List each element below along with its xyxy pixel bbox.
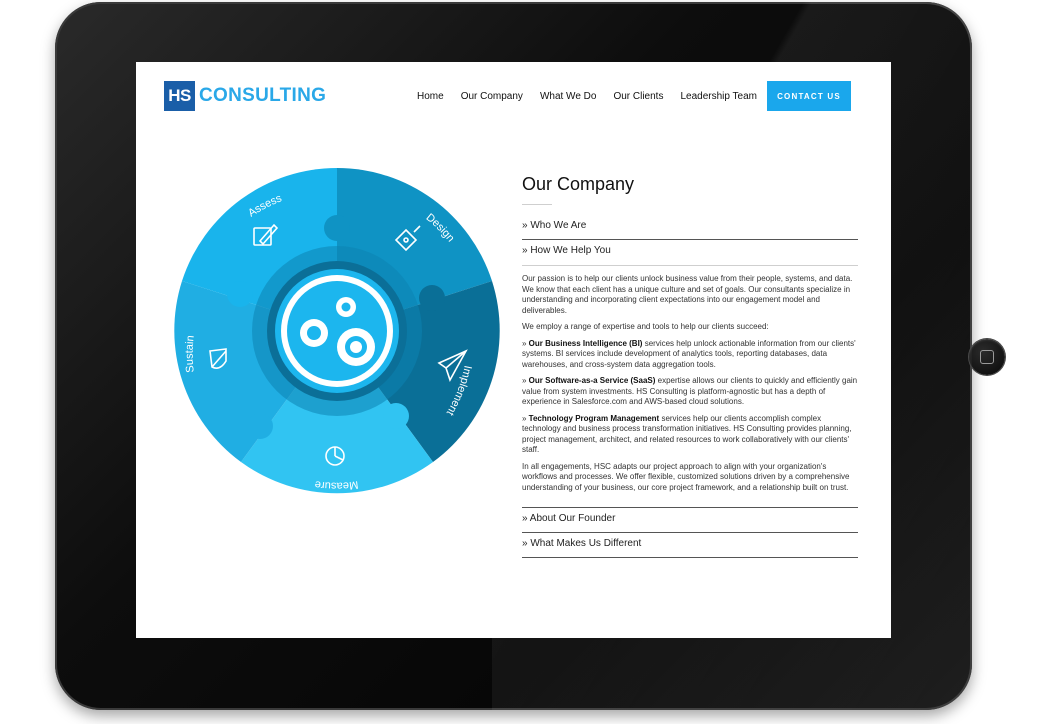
puzzle-knob (247, 413, 273, 439)
main-nav: Home Our Company What We Do Our Clients … (400, 81, 851, 111)
service-saas: » Our Software-as-a Service (SaaS) exper… (522, 376, 858, 406)
label-sustain: Sustain (184, 335, 197, 374)
nav-home[interactable]: Home (417, 91, 444, 102)
accordion-how-we-help-you[interactable]: » How We Help You (522, 240, 858, 264)
body-paragraph: We employ a range of expertise and tools… (522, 322, 769, 331)
body-paragraph: Our passion is to help our clients unloc… (522, 274, 853, 315)
screen: HS CONSULTING Home Our Company What We D… (136, 62, 891, 638)
accordion-panel: Our passion is to help our clients unloc… (522, 265, 858, 508)
puzzle-knob (227, 281, 253, 307)
logo-text: CONSULTING (199, 85, 327, 106)
nav-our-company[interactable]: Our Company (461, 91, 523, 102)
nav-our-clients[interactable]: Our Clients (613, 91, 663, 102)
service-tpm: » Technology Program Management services… (522, 413, 852, 455)
accordion-who-we-are[interactable]: » Who We Are (522, 215, 858, 240)
process-wheel: Assess Design Implement Measure Sustain (174, 168, 500, 494)
accordion-what-makes-us-different[interactable]: » What Makes Us Different (522, 533, 858, 558)
main-content: Our Company » Who We Are » How We Help Y… (522, 174, 858, 558)
nav-leadership-team[interactable]: Leadership Team (680, 91, 757, 102)
accordion-about-our-founder[interactable]: » About Our Founder (522, 508, 858, 533)
title-divider (522, 204, 552, 205)
gear-badge-icon (275, 269, 399, 393)
contact-us-button[interactable]: CONTACT US (767, 81, 851, 111)
puzzle-knob (383, 403, 409, 429)
body-paragraph: In all engagements, HSC adapts our proje… (522, 461, 850, 492)
page-title: Our Company (522, 174, 635, 194)
puzzle-knob (324, 215, 350, 241)
puzzle-knob (419, 285, 445, 311)
home-button[interactable] (969, 339, 1005, 375)
nav-what-we-do[interactable]: What We Do (540, 91, 597, 102)
logo-hs: HS (164, 81, 195, 111)
service-bi: » Our Business Intelligence (BI) service… (522, 338, 856, 369)
logo[interactable]: HS CONSULTING (164, 81, 326, 111)
